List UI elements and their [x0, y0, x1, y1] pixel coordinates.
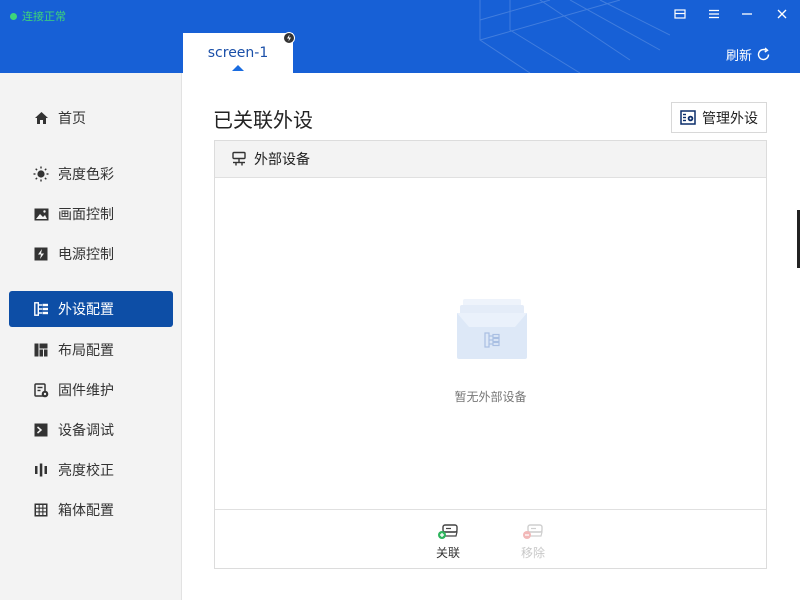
remove-label: 移除: [520, 546, 545, 560]
power-icon: [33, 246, 49, 262]
minimize-icon: [742, 13, 752, 15]
sidebar-item-peripheral-config[interactable]: 外设配置: [9, 291, 173, 327]
settings-list-icon: [680, 110, 696, 125]
window-menu-button[interactable]: [670, 5, 690, 23]
status-dot: [10, 12, 17, 20]
sidebar-item-label: 布局配置: [58, 343, 114, 359]
remove-peripheral-button[interactable]: 移除: [513, 522, 553, 561]
empty-box-icon: [457, 299, 527, 359]
sidebar-item-device-debug[interactable]: 设备调试: [9, 412, 173, 448]
sidebar-item-power-control[interactable]: 电源控制: [9, 236, 173, 272]
terminal-icon: [33, 422, 49, 438]
status-text: 连接正常: [22, 10, 66, 23]
sidebar-item-brightness-color[interactable]: 亮度色彩: [9, 156, 173, 192]
panel-header: 外部设备: [215, 141, 766, 178]
refresh-label: 刷新: [726, 49, 753, 64]
calibrate-icon: [33, 462, 49, 478]
home-icon: [33, 110, 49, 126]
close-button[interactable]: [772, 5, 792, 23]
peripheral-icon: [33, 301, 49, 317]
link-device-icon: [438, 524, 458, 539]
title-bar: 连接正常 screen-1 刷新: [0, 0, 800, 73]
sun-icon: [33, 166, 49, 182]
peripherals-panel: 外部设备 暂无外部设备 关联 移除: [214, 140, 767, 569]
network-device-icon: [232, 151, 246, 166]
minimize-button[interactable]: [737, 5, 757, 23]
firmware-icon: [33, 382, 49, 398]
hamburger-icon: [709, 9, 719, 19]
sidebar-item-label: 亮度校正: [58, 463, 114, 479]
link-label: 关联: [435, 546, 460, 560]
sidebar-item-brightness-calibration[interactable]: 亮度校正: [9, 452, 173, 488]
window-menu-icon: [674, 9, 686, 19]
remove-device-icon: [523, 524, 543, 539]
connection-status: 连接正常: [10, 8, 66, 24]
sidebar-item-label: 亮度色彩: [58, 167, 114, 183]
tab-screen-1[interactable]: screen-1: [183, 33, 293, 73]
sidebar-item-label: 箱体配置: [58, 503, 114, 519]
tab-label: screen-1: [207, 45, 269, 61]
sidebar-item-picture-control[interactable]: 画面控制: [9, 196, 173, 232]
empty-state-text: 暂无外部设备: [454, 390, 527, 404]
refresh-button[interactable]: 刷新: [726, 45, 771, 64]
sidebar: 首页 亮度色彩 画面控制 电源控制 外设配置 布局配置 固件维护 设备调试 亮度…: [0, 73, 182, 600]
layout-icon: [33, 342, 49, 358]
panel-footer: 关联 移除: [215, 509, 766, 568]
active-tab-indicator: [232, 65, 244, 71]
close-icon: [777, 9, 787, 19]
manage-peripherals-label: 管理外设: [702, 110, 758, 127]
main-menu-button[interactable]: [704, 5, 724, 23]
link-peripheral-button[interactable]: 关联: [428, 522, 468, 561]
image-icon: [33, 206, 49, 222]
refresh-icon: [757, 47, 770, 61]
sidebar-item-layout-config[interactable]: 布局配置: [9, 332, 173, 368]
sidebar-item-label: 固件维护: [58, 383, 114, 399]
sidebar-item-label: 首页: [58, 111, 86, 127]
page-title: 已关联外设: [213, 108, 313, 132]
sidebar-item-label: 电源控制: [58, 247, 114, 263]
manage-peripherals-button[interactable]: 管理外设: [671, 102, 767, 133]
tab-link-badge-icon: [283, 32, 295, 44]
sidebar-item-label: 画面控制: [58, 207, 114, 223]
sidebar-item-cabinet-config[interactable]: 箱体配置: [9, 492, 173, 528]
sidebar-item-label: 外设配置: [58, 302, 114, 318]
grid-icon: [33, 502, 49, 518]
panel-title: 外部设备: [254, 152, 310, 168]
sidebar-item-home[interactable]: 首页: [9, 100, 173, 136]
background-decoration: [479, 0, 670, 73]
sidebar-item-label: 设备调试: [58, 423, 114, 439]
sidebar-item-firmware-maintenance[interactable]: 固件维护: [9, 372, 173, 408]
